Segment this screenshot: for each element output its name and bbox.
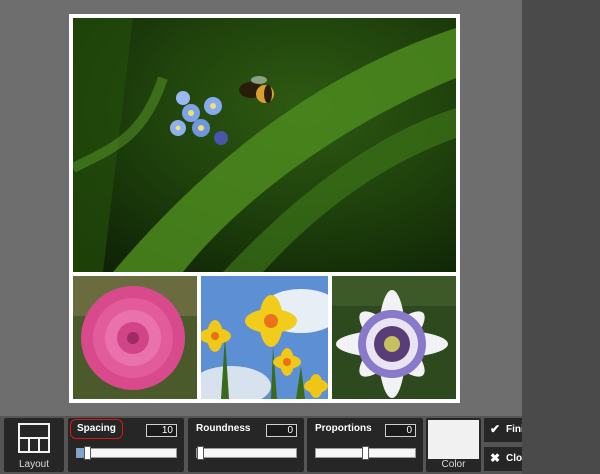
photo-collage [69,14,460,403]
roundness-control: Roundness 0 [188,418,304,472]
roundness-slider[interactable] [196,446,297,460]
photo-bee-flowers[interactable] [73,18,456,272]
photo-dahlia[interactable] [73,276,197,399]
spacing-slider[interactable] [76,446,177,460]
spacing-value-field[interactable]: 10 [146,424,177,437]
right-panel [522,0,600,474]
color-label: Color [441,459,466,470]
photo-daffodils[interactable] [201,276,328,399]
proportions-value-field[interactable]: 0 [385,424,416,437]
spacing-label: Spacing [70,419,123,439]
spacing-slider-thumb[interactable] [84,446,91,460]
close-label: Close [506,453,522,464]
spacing-control: Spacing 10 [68,418,184,472]
roundness-slider-thumb[interactable] [197,446,204,460]
color-button[interactable]: Color [426,418,481,472]
layout-label: Layout [18,459,50,470]
color-swatch[interactable] [428,420,479,459]
layout-icon [18,423,50,453]
finish-button[interactable]: ✔ Finish [484,418,522,442]
finish-label: Finish [506,424,522,435]
close-button[interactable]: ✖ Close [484,447,522,471]
proportions-control: Proportions 0 [307,418,423,472]
proportions-label: Proportions [315,423,372,434]
proportions-slider-thumb[interactable] [362,446,369,460]
roundness-value-field[interactable]: 0 [266,424,297,437]
proportions-slider[interactable] [315,446,416,460]
x-icon: ✖ [490,451,501,465]
canvas-area [0,0,522,416]
photo-passion-flower[interactable] [332,276,456,399]
roundness-label: Roundness [196,423,251,434]
layout-button[interactable]: Layout [4,418,64,472]
checkmark-icon: ✔ [490,422,501,436]
